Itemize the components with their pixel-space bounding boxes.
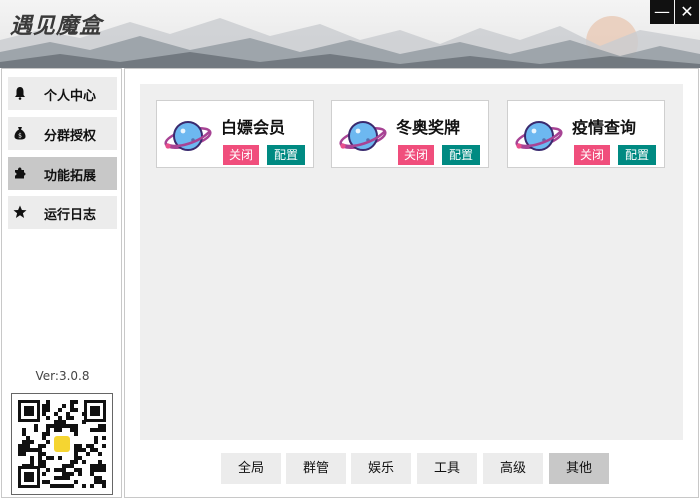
disable-plugin-button[interactable]: 关闭 xyxy=(398,145,434,165)
tab-global[interactable]: 全局 xyxy=(221,453,281,484)
title-bar: 遇见魔盒 — ✕ xyxy=(0,0,700,68)
disable-plugin-button[interactable]: 关闭 xyxy=(223,145,259,165)
main-panel: 白嫖会员 关闭 配置 冬奥奖牌 关闭 配置 疫情查询 关闭 配置 全局 群管 娱… xyxy=(124,68,699,498)
configure-plugin-button[interactable]: 配置 xyxy=(618,145,656,165)
mountain-landscape-banner xyxy=(0,0,700,68)
plugin-card-free-vip: 白嫖会员 关闭 配置 xyxy=(156,100,314,168)
tab-other[interactable]: 其他 xyxy=(549,453,609,484)
sidebar: 个人中心 $ 分群授权 功能拓展 运行日志 Ver:3.0.8 xyxy=(1,68,122,498)
sidebar-item-label: 功能拓展 xyxy=(44,169,97,184)
minimize-button[interactable]: — xyxy=(650,0,674,24)
tab-entertainment[interactable]: 娱乐 xyxy=(351,453,411,484)
svg-text:$: $ xyxy=(18,133,22,140)
disable-plugin-button[interactable]: 关闭 xyxy=(574,145,610,165)
sidebar-item-personal-center[interactable]: 个人中心 xyxy=(8,77,117,110)
plugin-title: 疫情查询 xyxy=(572,118,637,137)
plugin-title: 白嫖会员 xyxy=(221,118,286,137)
planet-icon xyxy=(164,121,212,151)
tab-tools[interactable]: 工具 xyxy=(417,453,477,484)
configure-plugin-button[interactable]: 配置 xyxy=(267,145,305,165)
planet-icon xyxy=(515,121,563,151)
planet-icon xyxy=(339,121,387,151)
sidebar-item-label: 运行日志 xyxy=(44,208,97,223)
sidebar-item-group-authorization[interactable]: $ 分群授权 xyxy=(8,117,117,150)
money-bag-icon: $ xyxy=(14,127,26,140)
close-window-button[interactable]: ✕ xyxy=(675,0,699,24)
bell-icon xyxy=(15,87,25,100)
app-title: 遇见魔盒 xyxy=(10,13,103,39)
sidebar-item-feature-extension[interactable]: 功能拓展 xyxy=(8,157,117,190)
version-label: Ver:3.0.8 xyxy=(35,369,90,383)
sidebar-item-label: 个人中心 xyxy=(44,89,97,104)
star-icon xyxy=(13,205,27,218)
plugin-card-winter-olympics-medals: 冬奥奖牌 关闭 配置 xyxy=(331,100,489,168)
qr-code-image xyxy=(12,394,112,494)
tab-advanced[interactable]: 高级 xyxy=(483,453,543,484)
sidebar-item-run-log[interactable]: 运行日志 xyxy=(8,196,117,229)
tab-group-management[interactable]: 群管 xyxy=(286,453,346,484)
puzzle-icon xyxy=(15,167,26,179)
sidebar-item-label: 分群授权 xyxy=(44,129,97,144)
configure-plugin-button[interactable]: 配置 xyxy=(442,145,480,165)
qr-code xyxy=(11,393,113,495)
plugin-card-epidemic-query: 疫情查询 关闭 配置 xyxy=(507,100,665,168)
plugin-title: 冬奥奖牌 xyxy=(396,118,461,137)
plugin-grid: 白嫖会员 关闭 配置 冬奥奖牌 关闭 配置 疫情查询 关闭 配置 xyxy=(140,84,683,440)
